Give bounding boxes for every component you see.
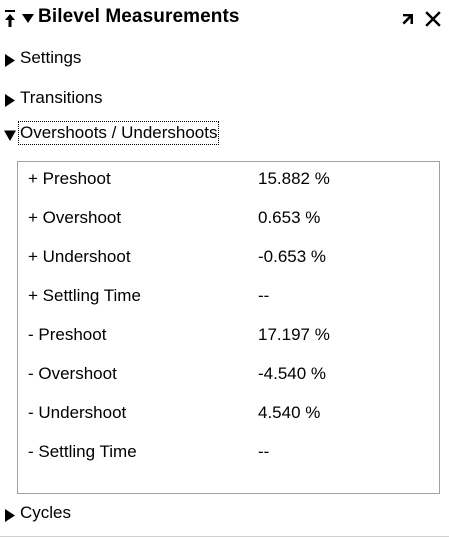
table-row: + Overshoot 0.653 % [18, 201, 439, 241]
measurement-name: - Preshoot [28, 325, 107, 344]
divider [0, 536, 449, 537]
undock-arrow-icon[interactable] [400, 10, 416, 28]
table-row: + Settling Time -- [18, 279, 439, 319]
measurement-name: - Settling Time [28, 442, 137, 461]
table-row: - Overshoot -4.540 % [18, 357, 439, 397]
measurement-name: + Preshoot [28, 169, 111, 188]
measurement-name: + Settling Time [28, 286, 141, 305]
caret-down-icon [4, 130, 16, 141]
table-row: - Preshoot 17.197 % [18, 318, 439, 358]
caret-right-icon [5, 54, 15, 67]
table-row: + Preshoot 15.882 % [18, 162, 439, 202]
measurement-value: 17.197 % [258, 325, 330, 344]
measurement-value: 0.653 % [258, 208, 321, 227]
panel-title: Bilevel Measurements [38, 6, 240, 27]
measurement-name: - Undershoot [28, 403, 127, 422]
section-overshoots-undershoots[interactable]: Overshoots / Undershoots [0, 120, 449, 150]
measurement-value: -4.540 % [258, 364, 327, 383]
measurements-table: + Preshoot 15.882 % + Overshoot 0.653 % … [17, 161, 440, 494]
panel-title-bar: Bilevel Measurements [0, 0, 449, 40]
measurement-name: - Overshoot [28, 364, 117, 383]
section-cycles-label: Cycles [20, 503, 72, 522]
section-settings[interactable]: Settings [0, 45, 449, 75]
section-settings-label: Settings [20, 48, 82, 67]
bilevel-measurements-panel: Bilevel Measurements Settings Transition… [0, 0, 449, 539]
measurement-value: 15.882 % [258, 169, 330, 188]
caret-right-icon [5, 94, 15, 107]
table-row: + Undershoot -0.653 % [18, 240, 439, 280]
measurement-value: -- [258, 442, 270, 461]
measurement-value: 4.540 % [258, 403, 321, 422]
close-icon[interactable] [424, 10, 442, 28]
measurement-value: -- [258, 286, 270, 305]
section-transitions[interactable]: Transitions [0, 85, 449, 115]
table-row: - Undershoot 4.540 % [18, 396, 439, 436]
section-overshoots-label: Overshoots / Undershoots [17, 121, 220, 145]
section-cycles[interactable]: Cycles [0, 500, 449, 530]
pin-icon[interactable] [3, 9, 17, 29]
table-row: - Settling Time -- [18, 435, 439, 475]
measurement-value: -0.653 % [258, 247, 327, 266]
measurement-name: + Overshoot [28, 208, 122, 227]
section-transitions-label: Transitions [20, 88, 103, 107]
caret-down-icon[interactable] [22, 11, 34, 25]
caret-right-icon [5, 509, 15, 522]
measurement-name: + Undershoot [28, 247, 131, 266]
